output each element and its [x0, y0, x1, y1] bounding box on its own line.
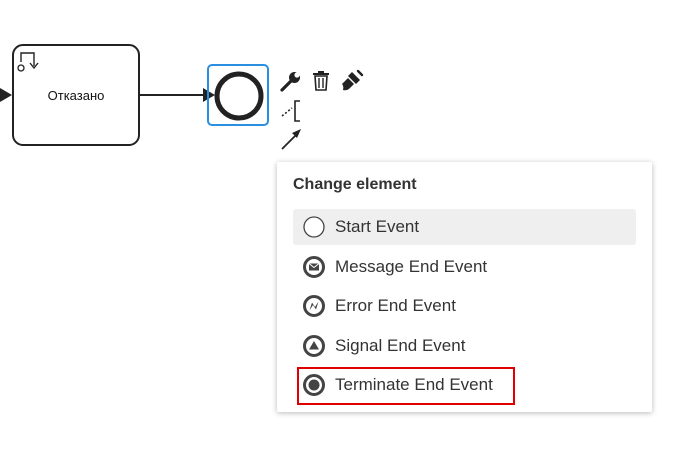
connect-arrow-icon[interactable]: [278, 126, 304, 152]
popup-title: Change element: [293, 176, 417, 193]
context-pad: [276, 66, 368, 156]
popup-item-label: Terminate End Event: [335, 375, 493, 394]
popup-item-label: Error End Event: [335, 296, 456, 315]
message-end-event-icon: [301, 254, 327, 280]
sequence-flow[interactable]: [139, 88, 215, 102]
popup-item-label: Start Event: [335, 217, 420, 236]
popup-item-error-end-event[interactable]: Error End Event: [293, 288, 636, 324]
popup-item-start-event[interactable]: Start Event: [293, 209, 636, 245]
popup-item-message-end-event[interactable]: Message End Event: [293, 249, 636, 285]
terminate-end-event-icon: [301, 372, 327, 398]
start-event-icon: [301, 214, 327, 240]
popup-item-signal-end-event[interactable]: Signal End Event: [293, 328, 636, 364]
popup-list: Start Event Message End Event Error End …: [293, 209, 636, 407]
text-annotation-icon[interactable]: [278, 98, 304, 124]
popup-item-label: Signal End Event: [335, 335, 466, 355]
paint-brush-icon[interactable]: [338, 68, 364, 94]
change-element-popup: Change element Start Event Message End E…: [277, 162, 652, 412]
diagram-canvas[interactable]: Отказано Change element Start Event Mess…: [0, 0, 685, 460]
signal-end-event-icon: [301, 333, 327, 359]
trash-icon[interactable]: [308, 68, 334, 94]
wrench-icon[interactable]: [278, 68, 304, 94]
task-label: Отказано: [47, 87, 105, 103]
popup-item-terminate-end-event[interactable]: Terminate End Event: [293, 367, 636, 403]
incoming-sequence-flow[interactable]: [0, 88, 12, 102]
popup-item-label: Message End Event: [335, 256, 488, 276]
end-event[interactable]: [214, 71, 264, 121]
error-end-event-icon: [301, 293, 327, 319]
